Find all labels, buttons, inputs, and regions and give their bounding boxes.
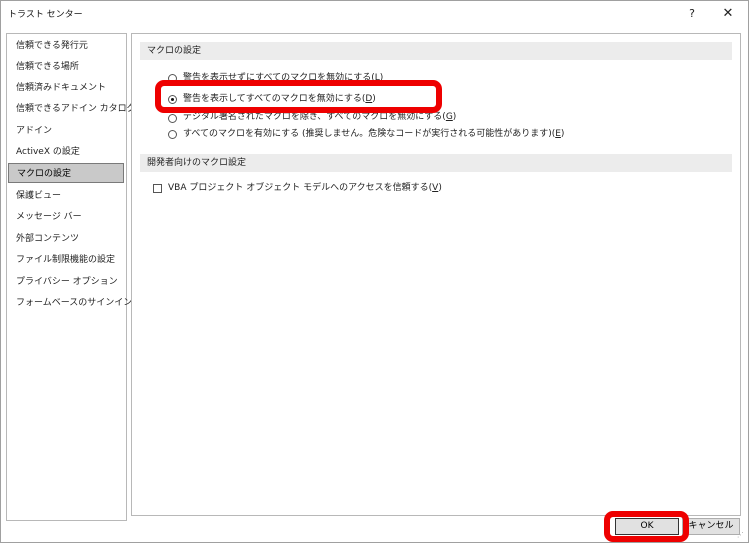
macro-settings-header: マクロの設定 [140, 42, 732, 60]
sidebar-item-protected-view[interactable]: 保護ビュー [8, 186, 124, 206]
sidebar-item-trusted-locations[interactable]: 信頼できる場所 [8, 57, 124, 77]
option-enable-all-label[interactable]: すべてのマクロを有効にする (推奨しません。危険なコードが実行される可能性があり… [183, 126, 564, 142]
vba-trust-label[interactable]: VBA プロジェクト オブジェクト モデルへのアクセスを信頼する(V) [168, 180, 442, 196]
sidebar-item-activex-settings[interactable]: ActiveX の設定 [8, 142, 124, 162]
category-list: 信頼できる発行元 信頼できる場所 信頼済みドキュメント 信頼できるアドイン カタ… [6, 33, 136, 521]
title-bar: トラスト センター ? ✕ [1, 1, 748, 27]
sidebar-item-macro-settings[interactable]: マクロの設定 [8, 163, 124, 183]
resize-grip-icon[interactable]: ⋰ [737, 531, 746, 540]
radio-enable-all[interactable] [168, 130, 177, 139]
sidebar-item-trusted-publishers[interactable]: 信頼できる発行元 [8, 36, 124, 56]
sidebar-item-trusted-documents[interactable]: 信頼済みドキュメント [8, 78, 124, 98]
help-button[interactable]: ? [681, 4, 703, 24]
sidebar-item-form-based-signin[interactable]: フォームベースのサインイン [8, 293, 132, 313]
sidebar-item-external-content[interactable]: 外部コンテンツ [8, 229, 124, 249]
sidebar-item-message-bar[interactable]: メッセージ バー [8, 207, 124, 227]
sidebar-item-privacy-options[interactable]: プライバシー オプション [8, 272, 124, 292]
highlight-selected-option [155, 80, 442, 113]
cancel-button[interactable]: キャンセル [682, 518, 740, 535]
sidebar-item-trusted-addin-catalogs[interactable]: 信頼できるアドイン カタログ [8, 99, 136, 119]
window-title: トラスト センター [8, 10, 83, 20]
developer-settings-header: 開発者向けのマクロ設定 [140, 154, 732, 172]
highlight-ok-button [604, 511, 689, 542]
radio-disable-except-signed[interactable] [168, 114, 177, 123]
close-button[interactable]: ✕ [715, 4, 741, 24]
sidebar-item-file-block-settings[interactable]: ファイル制限機能の設定 [8, 250, 124, 270]
trust-center-dialog: トラスト センター ? ✕ 信頼できる発行元 信頼できる場所 信頼済みドキュメン… [0, 0, 749, 543]
sidebar-item-addins[interactable]: アドイン [8, 121, 124, 141]
vba-trust-checkbox[interactable] [153, 184, 162, 193]
